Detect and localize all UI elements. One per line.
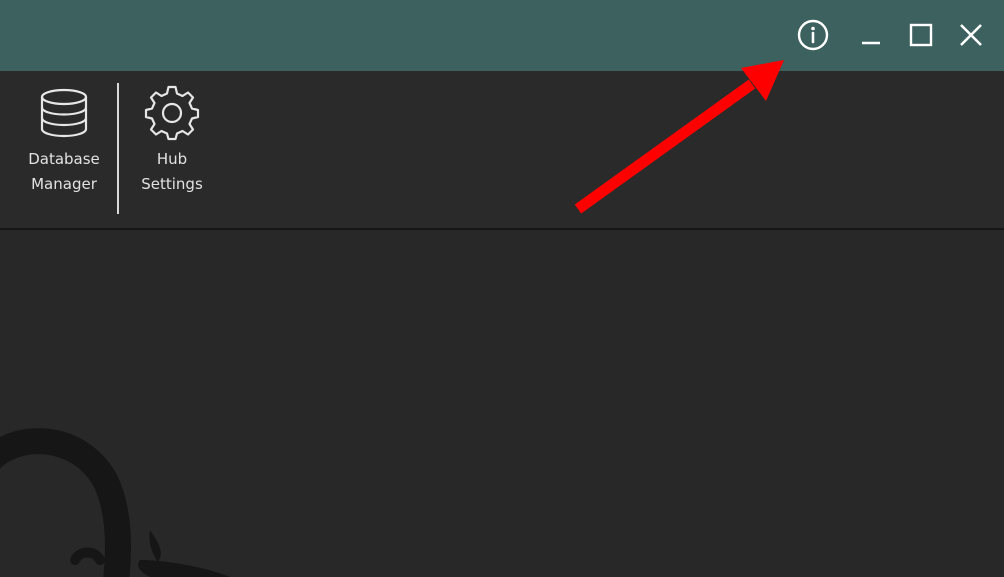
database-manager-label-line2: Manager bbox=[31, 175, 97, 193]
database-manager-button[interactable]: Database Manager bbox=[22, 85, 106, 197]
close-icon bbox=[960, 24, 982, 46]
app-window: Database Manager Hub Settings bbox=[0, 0, 1004, 577]
close-button[interactable] bbox=[949, 14, 993, 56]
maximize-button[interactable] bbox=[899, 14, 943, 56]
minimize-icon bbox=[862, 41, 880, 45]
hub-settings-button[interactable]: Hub Settings bbox=[130, 85, 214, 197]
hub-settings-label-line1: Hub bbox=[156, 150, 188, 168]
toolbar-separator bbox=[117, 83, 119, 214]
maximize-icon bbox=[909, 23, 933, 47]
toolbar: Database Manager Hub Settings bbox=[0, 71, 1004, 228]
hub-settings-label-line2: Settings bbox=[141, 175, 203, 193]
main-content-area bbox=[0, 230, 1004, 577]
gear-icon bbox=[144, 85, 200, 141]
info-icon bbox=[797, 19, 829, 51]
minimize-button[interactable] bbox=[849, 14, 893, 56]
database-icon bbox=[40, 88, 88, 138]
info-button[interactable] bbox=[791, 14, 835, 56]
title-bar bbox=[0, 0, 1004, 71]
database-manager-label-line1: Database bbox=[28, 150, 100, 168]
watermark-logo bbox=[0, 428, 230, 577]
